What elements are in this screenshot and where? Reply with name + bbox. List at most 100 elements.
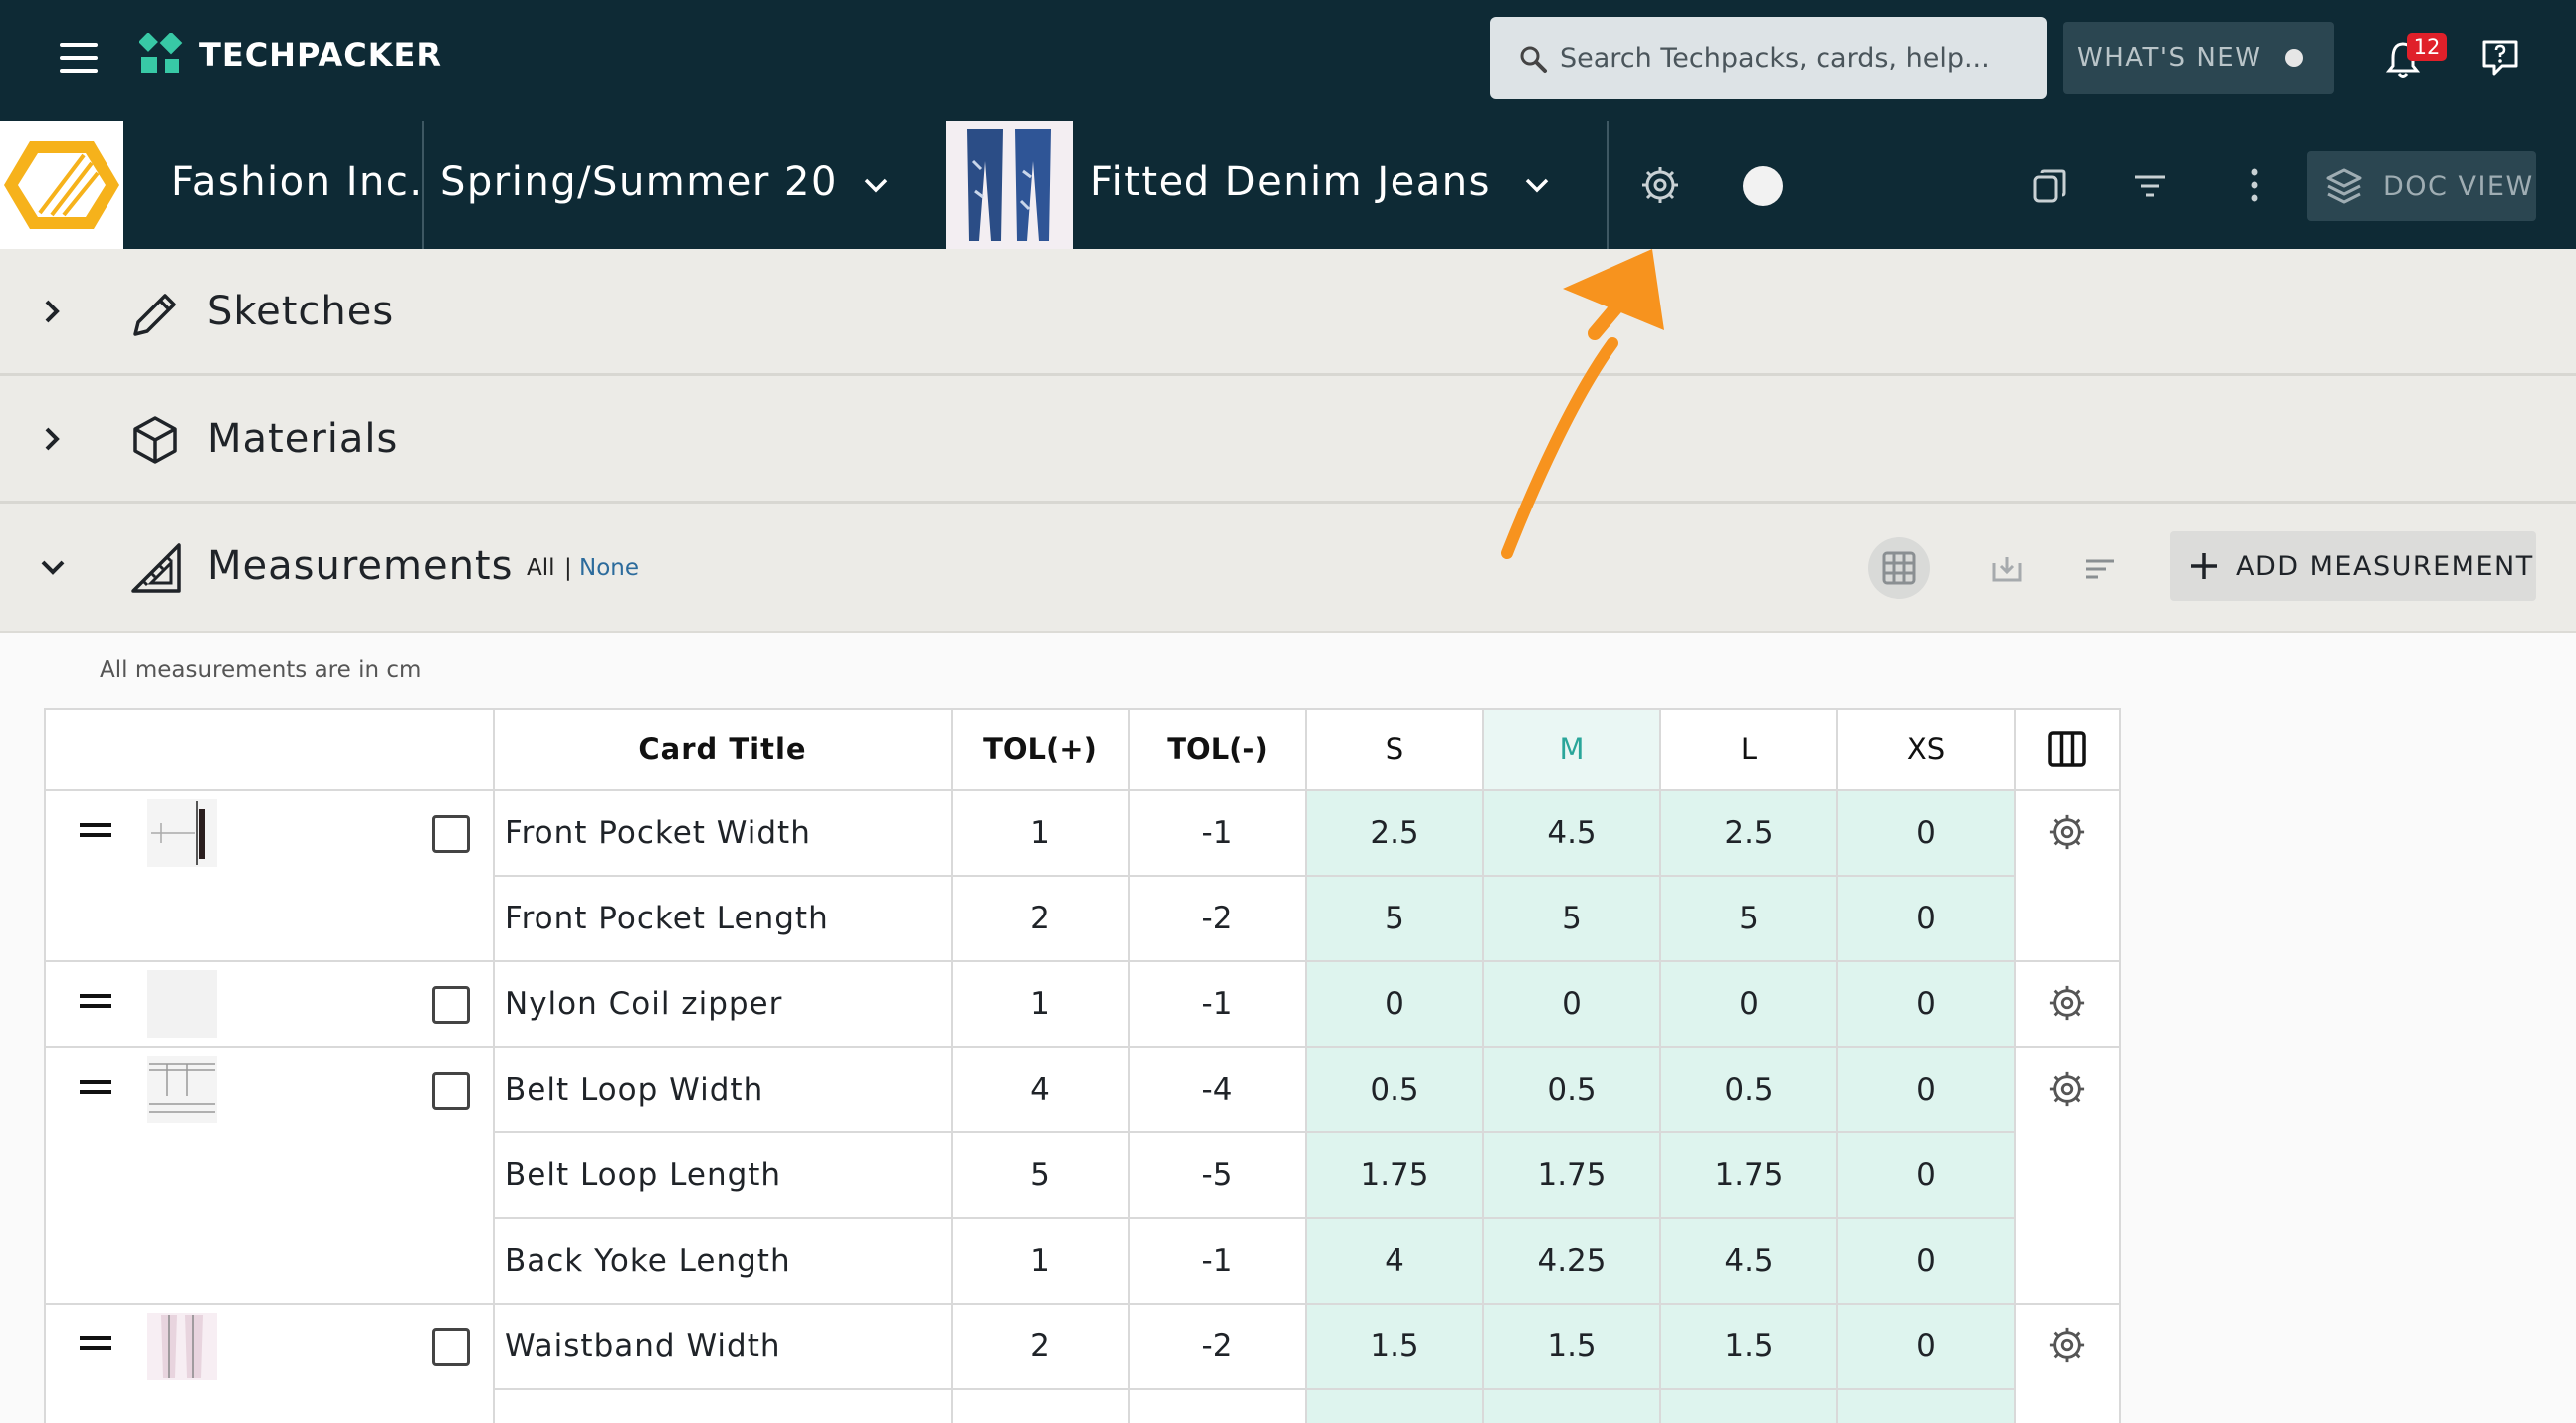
measurement-title[interactable]: Back Yoke Length	[493, 1217, 953, 1305]
chevron-down-icon[interactable]	[38, 553, 68, 581]
gear-icon[interactable]	[2048, 1070, 2086, 1108]
select-all-link[interactable]: All	[527, 555, 555, 581]
tol-plus-cell[interactable]: 1	[951, 960, 1130, 1048]
size-m-cell[interactable]: 1.75	[1482, 1131, 1661, 1219]
card-thumbnail[interactable]	[147, 1056, 217, 1123]
filter-icon[interactable]	[2133, 173, 2167, 199]
size-l-cell[interactable]	[1659, 1388, 1838, 1423]
size-l-cell[interactable]: 1.75	[1659, 1131, 1838, 1219]
brand-name[interactable]: TECHPACKER	[199, 36, 442, 74]
size-xs-cell[interactable]: 0	[1836, 960, 2016, 1048]
size-xs-cell[interactable]: 0	[1836, 1303, 2016, 1390]
measurement-title[interactable]: Belt Loop Length	[493, 1131, 953, 1219]
header-tol-minus[interactable]: TOL(-)	[1128, 708, 1307, 791]
drag-handle-icon[interactable]	[80, 823, 111, 837]
gear-icon[interactable]	[2048, 984, 2086, 1022]
select-none-link[interactable]: None	[579, 555, 639, 581]
size-s-cell[interactable]: 0	[1305, 960, 1484, 1048]
chevron-down-icon[interactable]	[1523, 173, 1551, 197]
tol-minus-cell[interactable]: -1	[1128, 960, 1307, 1048]
size-s-cell[interactable]: 1.75	[1305, 1131, 1484, 1219]
size-s-cell[interactable]: 5	[1305, 875, 1484, 962]
header-size-l[interactable]: L	[1659, 708, 1838, 791]
size-m-cell[interactable]: 0	[1482, 960, 1661, 1048]
copy-icon[interactable]	[2031, 167, 2068, 205]
measurement-title[interactable]: Nylon Coil zipper	[493, 960, 953, 1048]
size-l-cell[interactable]: 1.5	[1659, 1303, 1838, 1390]
header-tol-plus[interactable]: TOL(+)	[951, 708, 1130, 791]
measurement-title[interactable]: Front Pocket Length	[493, 875, 953, 962]
header-size-xs[interactable]: XS	[1836, 708, 2016, 791]
size-xs-cell[interactable]	[1836, 1388, 2016, 1423]
tol-minus-cell[interactable]: -1	[1128, 1217, 1307, 1305]
drag-handle-icon[interactable]	[80, 1336, 111, 1350]
row-checkbox[interactable]	[432, 986, 470, 1024]
column-settings-button[interactable]	[2014, 708, 2121, 791]
whats-new-button[interactable]: WHAT'S NEW	[2063, 22, 2334, 94]
drag-handle-icon[interactable]	[80, 994, 111, 1008]
size-xs-cell[interactable]: 0	[1836, 1046, 2016, 1133]
size-l-cell[interactable]: 0.5	[1659, 1046, 1838, 1133]
product-thumbnail[interactable]	[946, 121, 1073, 249]
gear-icon[interactable]	[2048, 1326, 2086, 1364]
size-m-cell[interactable]: 4.5	[1482, 789, 1661, 877]
sort-icon[interactable]	[2084, 557, 2116, 581]
company-logo[interactable]	[0, 121, 123, 249]
drag-handle-icon[interactable]	[80, 1080, 111, 1094]
tol-plus-cell[interactable]: 5	[951, 1131, 1130, 1219]
chevron-down-icon[interactable]	[862, 173, 890, 197]
size-s-cell[interactable]: 4	[1305, 1217, 1484, 1305]
product-name[interactable]: Fitted Denim Jeans	[1090, 159, 1491, 205]
help-icon[interactable]	[2480, 38, 2520, 78]
section-measurements[interactable]: Measurements All | None ADD MEASUREMENT	[0, 504, 2576, 633]
download-icon[interactable]	[1991, 553, 2023, 583]
gear-icon[interactable]	[1640, 165, 1680, 205]
search-box[interactable]	[1490, 17, 2047, 99]
measurement-title[interactable]: Front Pocket Width	[493, 789, 953, 877]
measurement-title[interactable]: Belt Loop Width	[493, 1046, 953, 1133]
chevron-right-icon[interactable]	[38, 424, 66, 454]
header-size-s[interactable]: S	[1305, 708, 1484, 791]
tol-minus-cell[interactable]: -2	[1128, 1303, 1307, 1390]
chevron-right-icon[interactable]	[38, 297, 66, 326]
tol-plus-cell[interactable]: 1	[951, 1217, 1130, 1305]
grid-view-button[interactable]	[1868, 537, 1930, 599]
measurement-title[interactable]	[493, 1388, 953, 1423]
size-l-cell[interactable]: 0	[1659, 960, 1838, 1048]
tol-minus-cell[interactable]: -2	[1128, 875, 1307, 962]
section-sketches[interactable]: Sketches	[0, 249, 2576, 376]
section-materials[interactable]: Materials	[0, 376, 2576, 504]
search-input[interactable]	[1560, 17, 2038, 99]
size-xs-cell[interactable]: 0	[1836, 789, 2016, 877]
card-thumbnail[interactable]	[147, 1313, 217, 1380]
tol-minus-cell[interactable]	[1128, 1388, 1307, 1423]
size-xs-cell[interactable]: 0	[1836, 1131, 2016, 1219]
size-l-cell[interactable]: 2.5	[1659, 789, 1838, 877]
menu-icon[interactable]	[60, 43, 100, 73]
size-m-cell[interactable]: 4.25	[1482, 1217, 1661, 1305]
doc-view-button[interactable]: DOC VIEW	[2307, 151, 2536, 221]
tol-plus-cell[interactable]: 2	[951, 1303, 1130, 1390]
row-checkbox[interactable]	[432, 1328, 470, 1366]
company-name[interactable]: Fashion Inc.	[171, 159, 424, 205]
gear-icon[interactable]	[2048, 813, 2086, 851]
size-l-cell[interactable]: 4.5	[1659, 1217, 1838, 1305]
season-name[interactable]: Spring/Summer 20	[440, 159, 838, 205]
card-thumbnail[interactable]	[147, 799, 217, 867]
row-checkbox[interactable]	[432, 815, 470, 853]
kebab-icon[interactable]	[2250, 167, 2259, 203]
add-measurement-button[interactable]: ADD MEASUREMENT	[2170, 531, 2536, 601]
tol-minus-cell[interactable]: -4	[1128, 1046, 1307, 1133]
size-m-cell[interactable]: 0.5	[1482, 1046, 1661, 1133]
tol-minus-cell[interactable]: -1	[1128, 789, 1307, 877]
size-m-cell[interactable]: 5	[1482, 875, 1661, 962]
size-l-cell[interactable]: 5	[1659, 875, 1838, 962]
size-s-cell[interactable]: 0.5	[1305, 1046, 1484, 1133]
measurement-title[interactable]: Waistband Width	[493, 1303, 953, 1390]
size-s-cell[interactable]: 2.5	[1305, 789, 1484, 877]
size-xs-cell[interactable]: 0	[1836, 875, 2016, 962]
size-xs-cell[interactable]: 0	[1836, 1217, 2016, 1305]
size-s-cell[interactable]: 1.5	[1305, 1303, 1484, 1390]
row-checkbox[interactable]	[432, 1072, 470, 1110]
header-card-title[interactable]: Card Title	[493, 708, 953, 791]
